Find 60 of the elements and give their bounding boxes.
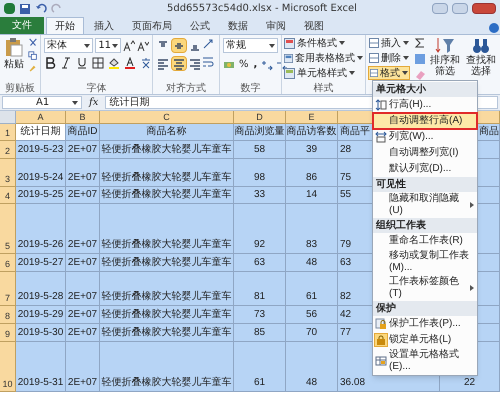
table-cell: 商品名称 (100, 124, 234, 141)
table-cell: 2E+07 (66, 324, 100, 342)
table-cell: 63 (234, 254, 286, 272)
table-cell: 轻便折叠橡胶大轮婴儿车童车 (100, 306, 234, 324)
table-cell: 48 (286, 254, 338, 272)
table-cell: 61 (286, 272, 338, 306)
table-cell: 商品浏览量 (234, 124, 286, 141)
table-cell: 2019-5-25 (16, 187, 66, 204)
table-cell: 2019-5-30 (16, 324, 66, 342)
table-cell: 轻便折叠橡胶大轮婴儿车童车 (100, 159, 234, 187)
table-cell: 14 (286, 187, 338, 204)
table-cell: 2019-5-28 (16, 272, 66, 306)
table-cell: 轻便折叠橡胶大轮婴儿车童车 (100, 342, 234, 392)
table-cell: 轻便折叠橡胶大轮婴儿车童车 (100, 141, 234, 159)
group-label: 样式 (312, 82, 334, 94)
table-cell: 61 (234, 342, 286, 392)
table-cell: 2019-5-29 (16, 306, 66, 324)
table-cell: 2019-5-27 (16, 254, 66, 272)
table-cell: 33 (234, 187, 286, 204)
group-label: 对齐方式 (165, 82, 207, 94)
table-cell: 2E+07 (66, 306, 100, 324)
menu-section-header: 保护 (373, 301, 477, 316)
table-cell: 70 (286, 324, 338, 342)
table-cell: 轻便折叠橡胶大轮婴儿车童车 (100, 254, 234, 272)
table-cell: 轻便折叠橡胶大轮婴儿车童车 (100, 187, 234, 204)
group-label: 剪贴板 (4, 82, 36, 94)
table-cell: 81 (234, 272, 286, 306)
table-cell: 轻便折叠橡胶大轮婴儿车童车 (100, 272, 234, 306)
table-cell: 2E+07 (66, 254, 100, 272)
group-label: 字体 (86, 82, 108, 94)
table-cell: 85 (234, 324, 286, 342)
table-cell: 56 (286, 306, 338, 324)
table-cell: 2E+07 (66, 342, 100, 392)
table-cell: 统计日期 (16, 124, 66, 141)
table-cell: 73 (234, 306, 286, 324)
table-cell: 商品访客数 (286, 124, 338, 141)
table-cell: 轻便折叠橡胶大轮婴儿车童车 (100, 324, 234, 342)
window-title: 5dd65573c54d0.xlsx - Microsoft Excel (167, 2, 357, 16)
table-cell: 2E+07 (66, 187, 100, 204)
table-cell: 58 (234, 141, 286, 159)
menu-section-header: 组织工作表 (373, 218, 477, 233)
table-cell: 2019-5-24 (16, 159, 66, 187)
group-label: 数字 (240, 82, 262, 94)
table-cell: 39 (286, 141, 338, 159)
table-cell: 83 (286, 204, 338, 254)
menu-section-header: 单元格大小 (373, 82, 477, 97)
table-cell: 2E+07 (66, 204, 100, 254)
table-cell: 98 (234, 159, 286, 187)
table-cell: 2E+07 (66, 272, 100, 306)
table-cell: 92 (234, 204, 286, 254)
table-cell: 2E+07 (66, 159, 100, 187)
table-cell: 2019-5-26 (16, 204, 66, 254)
table-cell: 2E+07 (66, 141, 100, 159)
table-cell: 86 (286, 159, 338, 187)
table-cell: 2019-5-23 (16, 141, 66, 159)
table-cell: 商品ID (66, 124, 100, 141)
menu-section-header: 可见性 (373, 177, 477, 192)
table-cell: 轻便折叠橡胶大轮婴儿车童车 (100, 204, 234, 254)
table-cell: 2019-5-31 (16, 342, 66, 392)
table-cell: 48 (286, 342, 338, 392)
